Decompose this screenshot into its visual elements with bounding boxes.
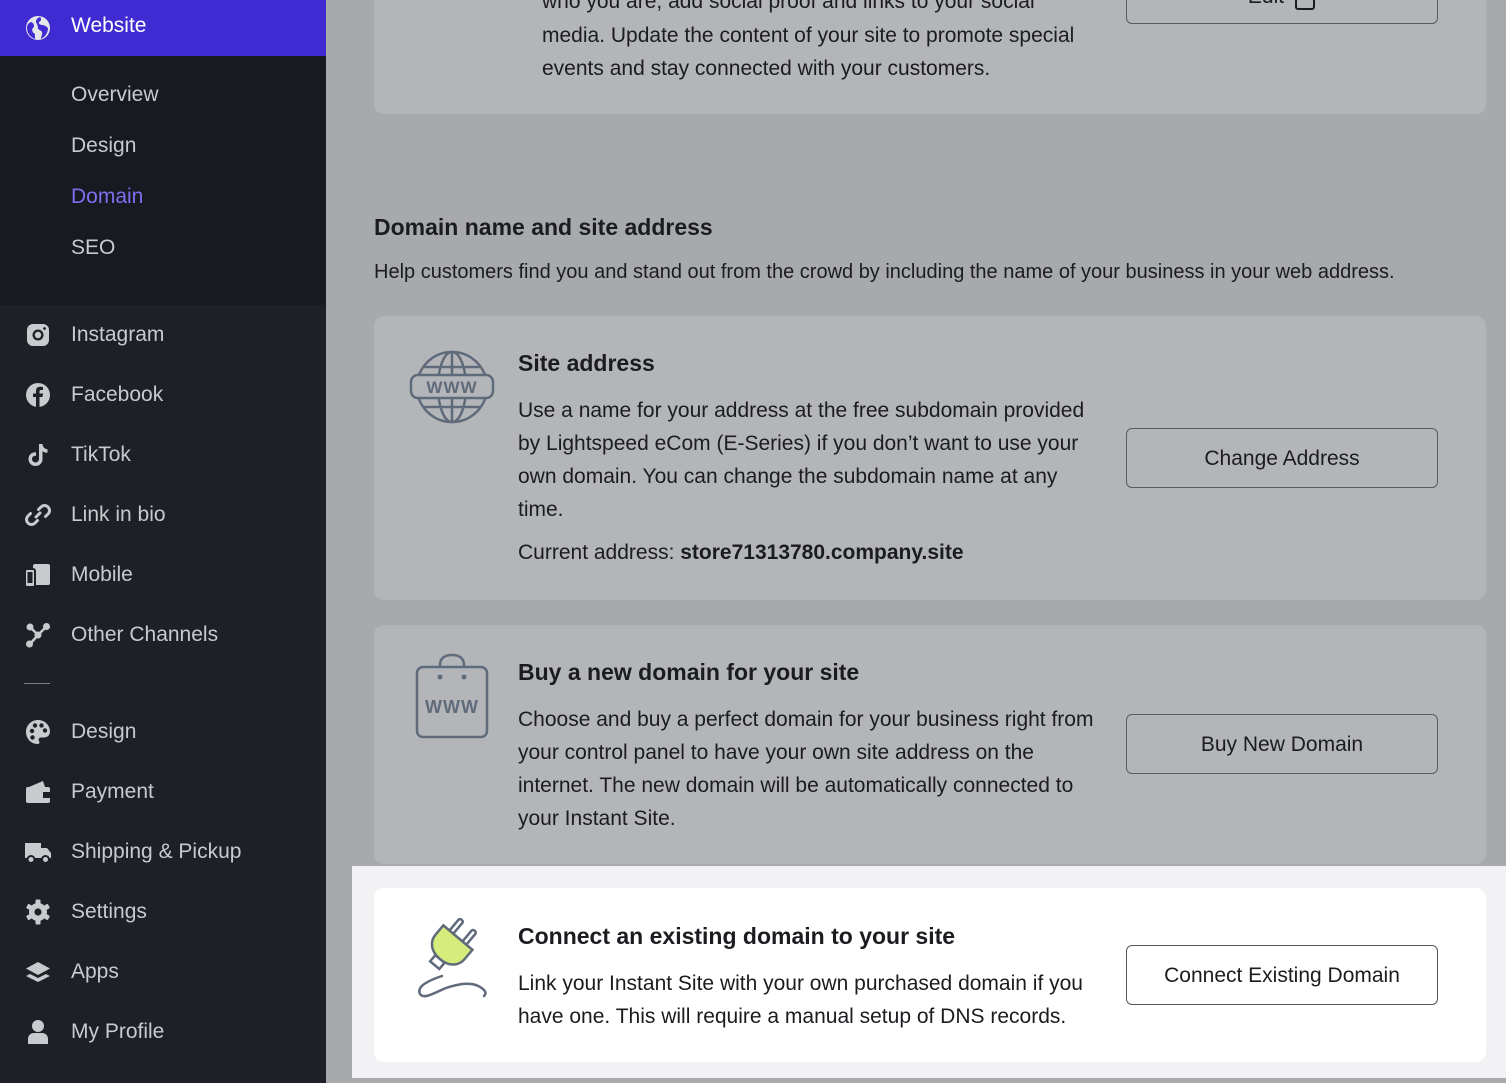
sidebar-item-website[interactable]: Website	[0, 0, 326, 56]
svg-text:WWW: WWW	[426, 378, 477, 397]
sidebar-item-payment[interactable]: Payment	[0, 768, 326, 818]
sidebar-item-instagram[interactable]: Instagram	[0, 311, 326, 361]
sidebar-subitem-overview[interactable]: Overview	[71, 83, 159, 107]
sidebar-item-label: Website	[71, 14, 147, 37]
connect-existing-domain-button[interactable]: Connect Existing Domain	[1126, 945, 1438, 1005]
buy-domain-title: Buy a new domain for your site	[518, 659, 860, 685]
sidebar-subitem-seo[interactable]: SEO	[71, 236, 115, 260]
instagram-icon	[27, 324, 49, 346]
connect-domain-text: Link your Instant Site with your own pur…	[518, 972, 1083, 1028]
sidebar-item-label: Apps	[71, 960, 119, 983]
change-address-button[interactable]: Change Address	[1126, 428, 1438, 488]
www-bag-icon: WWW	[415, 653, 489, 739]
tiktok-icon	[28, 444, 48, 466]
person-icon	[28, 1020, 48, 1044]
instant-site-text-line: events and stay connected with your cust…	[542, 57, 991, 80]
sidebar-item-label: Settings	[71, 900, 147, 923]
sidebar-subitem-design[interactable]: Design	[71, 134, 136, 158]
channels-icon	[26, 623, 50, 648]
www-globe-icon: WWW	[409, 350, 495, 424]
layers-icon	[26, 962, 50, 982]
sidebar-subitem-domain[interactable]: Domain	[71, 185, 143, 209]
globe-icon	[26, 16, 50, 40]
sidebar-submenu: Overview Design Domain SEO	[0, 56, 326, 305]
sidebar-item-my-profile[interactable]: My Profile	[0, 1008, 326, 1058]
sidebar-item-other-channels[interactable]: Other Channels	[0, 611, 326, 661]
svg-text:WWW: WWW	[425, 697, 479, 717]
sidebar-item-label: My Profile	[71, 1020, 165, 1043]
sidebar: Website Overview Design Domain SEO Insta…	[0, 0, 326, 1083]
sidebar-item-label: Mobile	[71, 563, 133, 586]
sidebar-item-label: Payment	[71, 780, 154, 803]
sidebar-item-label: Facebook	[71, 383, 164, 406]
sidebar-divider	[24, 683, 50, 684]
buy-new-domain-button[interactable]: Buy New Domain	[1126, 714, 1438, 774]
facebook-icon	[26, 383, 50, 407]
sidebar-item-tiktok[interactable]: TikTok	[0, 431, 326, 481]
edit-icon	[1295, 0, 1316, 10]
wallet-icon	[26, 781, 50, 803]
sidebar-item-design[interactable]: Design	[0, 708, 326, 758]
current-address: Current address: store71313780.company.s…	[518, 541, 964, 565]
sidebar-item-label: Instagram	[71, 323, 165, 346]
section-title: Domain name and site address	[374, 214, 713, 240]
sidebar-item-link-in-bio[interactable]: Link in bio	[0, 491, 326, 541]
sidebar-item-apps[interactable]: Apps	[0, 948, 326, 998]
edit-button-label: Edit	[1248, 0, 1284, 9]
sidebar-item-shipping-pickup[interactable]: Shipping & Pickup	[0, 828, 326, 878]
connect-domain-title: Connect an existing domain to your site	[518, 923, 956, 949]
link-icon	[25, 504, 51, 526]
buy-domain-text: Choose and buy a perfect domain for your…	[518, 708, 1094, 830]
sidebar-item-settings[interactable]: Settings	[0, 888, 326, 938]
sidebar-item-mobile[interactable]: Mobile	[0, 551, 326, 601]
palette-icon	[26, 720, 50, 744]
sidebar-item-label: Link in bio	[71, 503, 166, 526]
sidebar-item-label: TikTok	[71, 443, 131, 466]
mobile-icon	[24, 564, 50, 588]
sidebar-item-label: Shipping & Pickup	[71, 840, 242, 863]
section-description: Help customers find you and stand out fr…	[374, 261, 1395, 283]
current-address-value: store71313780.company.site	[680, 541, 964, 564]
gear-icon	[26, 899, 50, 925]
site-address-text: Use a name for your address at the free …	[518, 399, 1085, 521]
sidebar-item-facebook[interactable]: Facebook	[0, 371, 326, 421]
current-address-label: Current address:	[518, 541, 675, 564]
site-address-title: Site address	[518, 350, 655, 376]
sidebar-item-label: Design	[71, 720, 137, 743]
plug-icon	[418, 918, 487, 998]
truck-icon	[25, 843, 51, 864]
instant-site-text-line: media. Update the content of your site t…	[542, 24, 1075, 47]
edit-site-button[interactable]: Edit	[1126, 0, 1438, 24]
sidebar-item-label: Other Channels	[71, 623, 219, 646]
instant-site-text-line: who you are, add social proof and links …	[542, 0, 1035, 13]
